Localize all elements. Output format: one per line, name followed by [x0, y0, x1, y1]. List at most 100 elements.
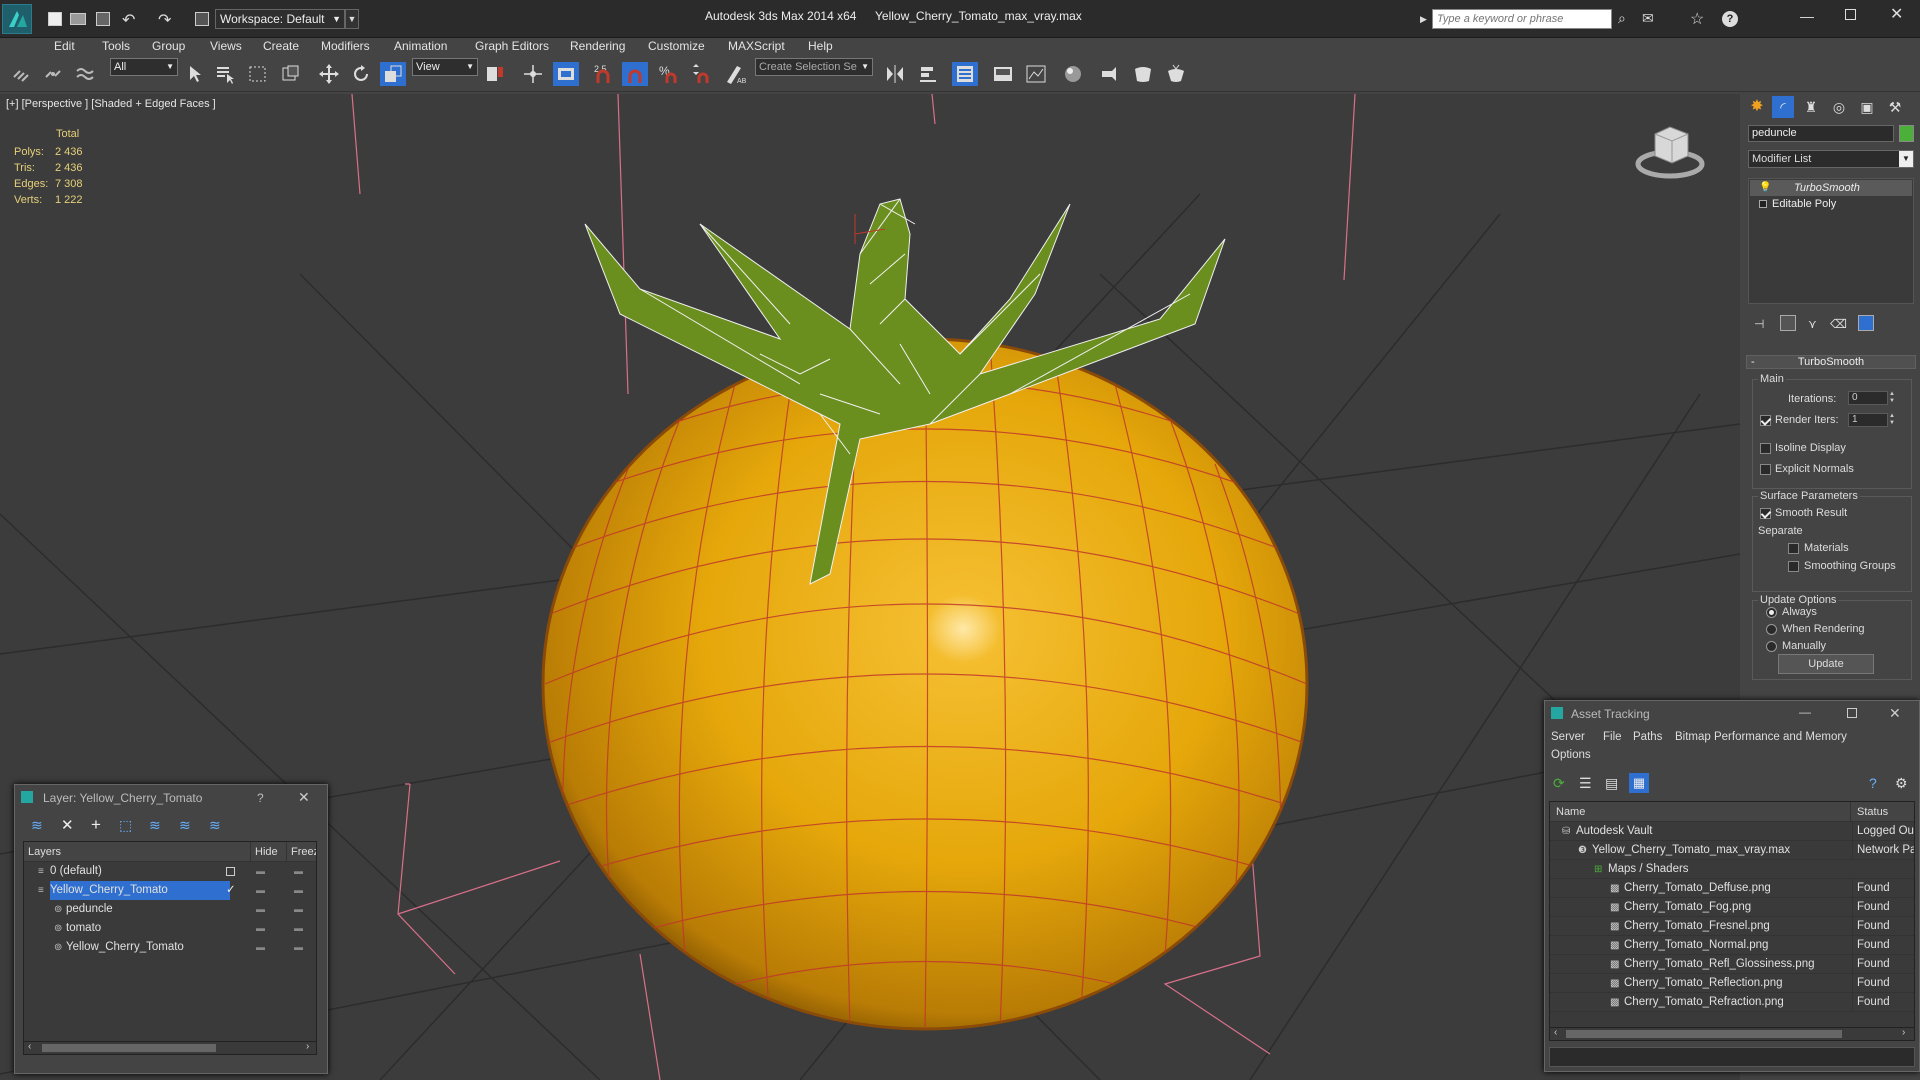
- asset-row[interactable]: ⊞ Maps / Shaders: [1550, 860, 1914, 879]
- rendered-frame-window-icon[interactable]: [1130, 62, 1156, 86]
- quick-access-new-icon[interactable]: [48, 12, 62, 26]
- hide-toggle-icon[interactable]: ▬: [256, 919, 265, 938]
- layer-help-button[interactable]: ?: [257, 791, 264, 805]
- freeze-toggle-icon[interactable]: ▬: [294, 900, 303, 919]
- asset-menu-bitmap[interactable]: Bitmap Performance and Memory: [1675, 731, 1847, 743]
- select-and-move-icon[interactable]: [316, 62, 342, 86]
- table-view-icon[interactable]: ▦: [1629, 773, 1649, 793]
- percent-snap-icon[interactable]: %: [655, 62, 681, 86]
- render-iters-spinner-arrows[interactable]: ▲ ▼: [1889, 413, 1898, 427]
- hierarchy-tab-icon[interactable]: ♜: [1800, 96, 1822, 118]
- asset-menu-server[interactable]: Server: [1551, 731, 1585, 743]
- close-icon[interactable]: ✕: [1889, 705, 1901, 722]
- column-freeze[interactable]: Freeze: [286, 842, 316, 862]
- menu-graph-editors[interactable]: Graph Editors: [475, 38, 549, 54]
- create-layer-icon[interactable]: ≋: [31, 817, 43, 834]
- scroll-right-icon[interactable]: ›: [306, 1041, 309, 1052]
- help-icon[interactable]: ?: [1722, 11, 1738, 27]
- viewport-label[interactable]: [+] [Perspective ] [Shaded + Edged Faces…: [6, 98, 216, 110]
- object-name-field[interactable]: peduncle: [1748, 125, 1894, 142]
- redo-icon[interactable]: ↷: [158, 10, 171, 30]
- configure-modifier-sets-icon[interactable]: [1858, 315, 1874, 331]
- hide-toggle-icon[interactable]: ▬: [256, 938, 265, 957]
- turbosmooth-rollout-header[interactable]: - TurboSmooth: [1746, 355, 1916, 369]
- modifier-list-dropdown[interactable]: Modifier List ▼: [1748, 150, 1914, 168]
- asset-row[interactable]: ▩ Cherry_Tomato_Refraction.png Found: [1550, 993, 1914, 1012]
- named-selection-sets-dropdown[interactable]: Create Selection Se ▼: [755, 58, 873, 76]
- select-and-manipulate-icon[interactable]: [520, 62, 546, 86]
- material-editor-icon[interactable]: [1060, 62, 1086, 86]
- undo-icon[interactable]: ↶: [122, 10, 135, 30]
- freeze-all-layers-icon[interactable]: ≋: [209, 817, 221, 834]
- workspace-menu-arrow[interactable]: ▼: [345, 9, 359, 29]
- edit-named-selection-icon[interactable]: ABC: [722, 62, 748, 86]
- schematic-view-icon[interactable]: [1023, 62, 1049, 86]
- reference-coordinate-dropdown[interactable]: View ▼: [412, 58, 478, 76]
- menu-modifiers[interactable]: Modifiers: [321, 38, 370, 54]
- render-iters-spinner[interactable]: 1: [1848, 413, 1888, 427]
- menu-views[interactable]: Views: [210, 38, 242, 54]
- freeze-toggle-icon[interactable]: ▬: [294, 938, 303, 957]
- delete-layer-icon[interactable]: ✕: [61, 816, 74, 834]
- asset-row[interactable]: ▩ Cherry_Tomato_Fresnel.png Found: [1550, 917, 1914, 936]
- display-tab-icon[interactable]: ▣: [1856, 96, 1878, 118]
- curve-editor-icon[interactable]: [990, 62, 1016, 86]
- hide-toggle-icon[interactable]: ▬: [256, 862, 265, 881]
- maximize-icon[interactable]: [1847, 708, 1857, 718]
- explicit-normals-checkbox[interactable]: [1760, 464, 1771, 475]
- communication-icon[interactable]: ✉: [1642, 10, 1654, 27]
- window-crossing-icon[interactable]: [278, 62, 304, 86]
- workspace-dropdown[interactable]: Workspace: Default ▼: [215, 9, 345, 29]
- menu-customize[interactable]: Customize: [648, 38, 705, 54]
- keyboard-shortcut-override-icon[interactable]: [553, 62, 579, 86]
- minimize-window-icon[interactable]: —: [1800, 8, 1814, 24]
- menu-group[interactable]: Group: [152, 38, 185, 54]
- maximize-window-icon[interactable]: [1845, 9, 1856, 20]
- asset-path-field[interactable]: [1549, 1047, 1915, 1067]
- column-status[interactable]: Status: [1850, 802, 1914, 822]
- stack-item-editable-poly[interactable]: Editable Poly: [1750, 196, 1912, 212]
- select-object-icon[interactable]: [182, 62, 208, 86]
- layer-row[interactable]: ⊚ tomato ▬ ▬: [24, 919, 316, 938]
- menu-edit[interactable]: Edit: [54, 38, 75, 54]
- stack-item-turbosmooth[interactable]: 💡 TurboSmooth: [1750, 180, 1912, 196]
- select-by-name-icon[interactable]: [212, 62, 238, 86]
- layer-row[interactable]: ≡ Yellow_Cherry_Tomato ▬ ▬ ✓: [24, 881, 316, 900]
- select-in-layer-icon[interactable]: ⬚: [119, 817, 132, 834]
- asset-menu-paths[interactable]: Paths: [1633, 731, 1662, 743]
- remove-modifier-icon[interactable]: ⌫: [1830, 317, 1847, 331]
- select-and-scale-icon[interactable]: [380, 62, 406, 86]
- object-color-swatch[interactable]: [1899, 125, 1914, 142]
- freeze-toggle-icon[interactable]: ▬: [294, 919, 303, 938]
- close-icon[interactable]: ✕: [298, 789, 310, 806]
- close-window-icon[interactable]: ✕: [1890, 4, 1903, 24]
- asset-row[interactable]: ▩ Cherry_Tomato_Reflection.png Found: [1550, 974, 1914, 993]
- menu-tools[interactable]: Tools: [102, 38, 130, 54]
- list-view-icon[interactable]: ☰: [1579, 775, 1592, 792]
- column-name[interactable]: Name: [1556, 802, 1585, 822]
- rollout-header-turbosmooth[interactable]: [1746, 297, 1916, 298]
- always-radio[interactable]: [1766, 607, 1777, 618]
- manually-radio[interactable]: [1766, 641, 1777, 652]
- current-layer-check-icon[interactable]: ✓: [226, 881, 236, 900]
- isoline-display-checkbox[interactable]: [1760, 443, 1771, 454]
- update-button[interactable]: Update: [1778, 654, 1874, 674]
- asset-hscrollbar[interactable]: ‹ ›: [1549, 1027, 1915, 1041]
- mirror-icon[interactable]: [882, 62, 908, 86]
- quick-access-open-icon[interactable]: [70, 13, 86, 25]
- menu-rendering[interactable]: Rendering: [570, 38, 625, 54]
- layer-row[interactable]: ≡ 0 (default) ▬ ▬: [24, 862, 316, 881]
- pin-stack-icon[interactable]: ⊣: [1754, 317, 1764, 331]
- column-layers[interactable]: Layers: [28, 842, 61, 862]
- column-hide[interactable]: Hide: [250, 842, 278, 862]
- expand-box-icon[interactable]: [1759, 200, 1767, 208]
- pivot-point-center-icon[interactable]: [482, 62, 508, 86]
- selection-filter-dropdown[interactable]: All ▼: [110, 58, 178, 76]
- modify-tab-icon[interactable]: ◜: [1772, 96, 1794, 118]
- thumbnail-view-icon[interactable]: ▤: [1605, 775, 1618, 792]
- unlink-icon[interactable]: [40, 62, 66, 86]
- utilities-tab-icon[interactable]: ⚒: [1884, 96, 1906, 118]
- freeze-toggle-icon[interactable]: ▬: [294, 881, 303, 900]
- hide-toggle-icon[interactable]: ▬: [256, 900, 265, 919]
- iterations-spinner[interactable]: 0: [1848, 391, 1888, 405]
